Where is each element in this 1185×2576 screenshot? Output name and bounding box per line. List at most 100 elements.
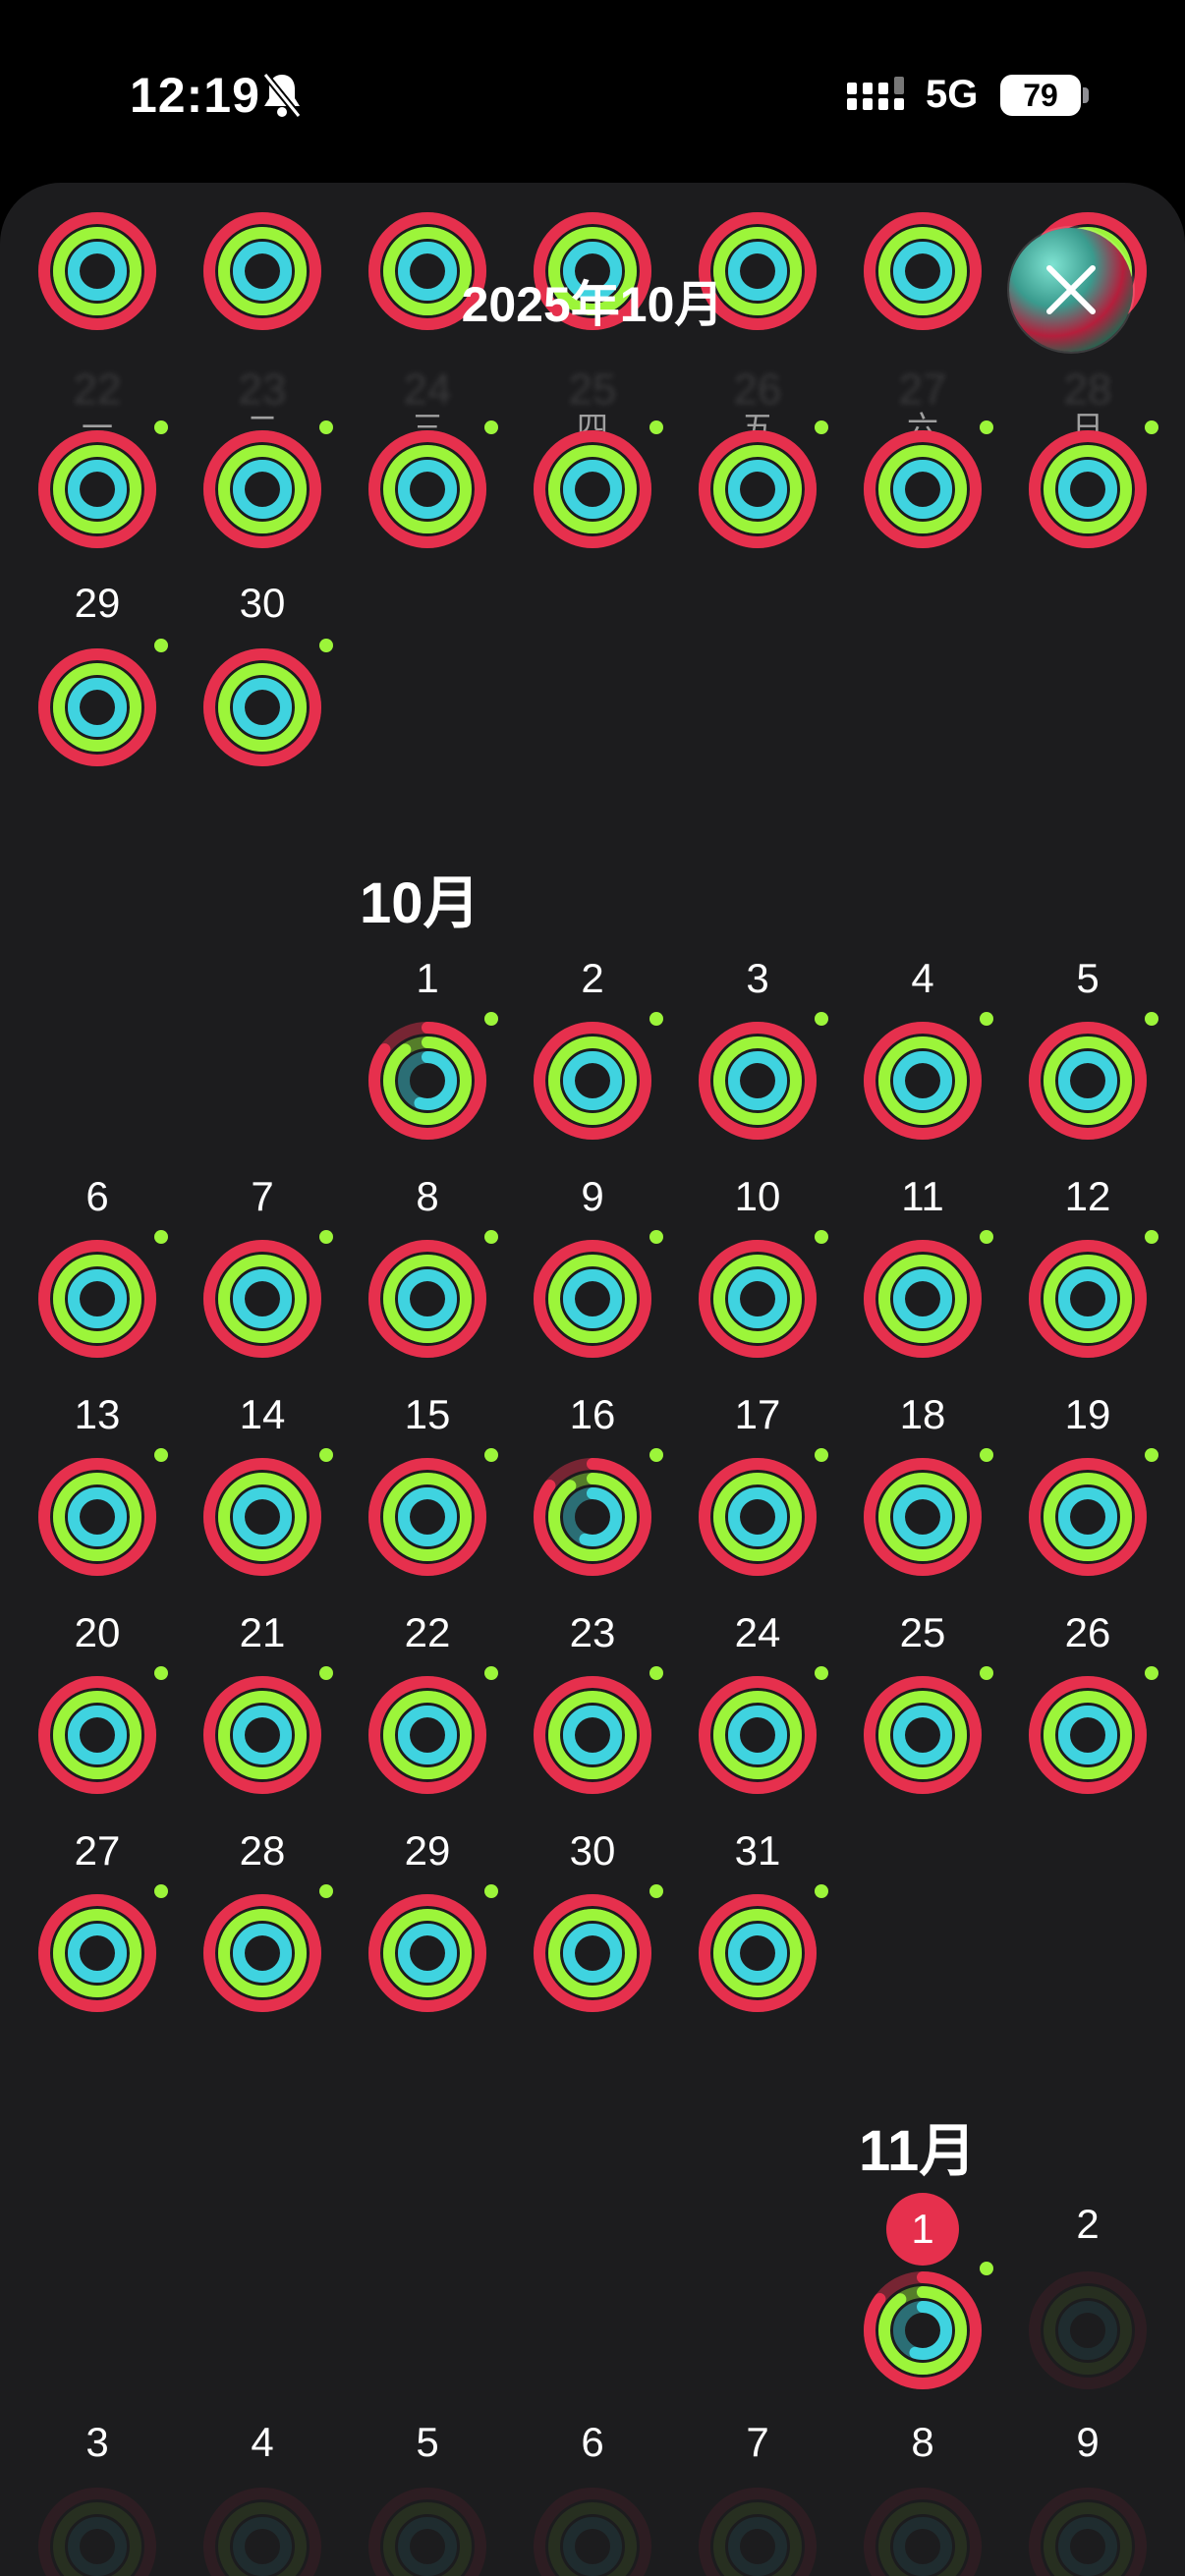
activity-ring[interactable]: [36, 646, 158, 768]
activity-ring[interactable]: [532, 428, 653, 550]
activity-ring[interactable]: [697, 1674, 818, 1796]
battery-tip: [1083, 87, 1089, 103]
activity-ring-future[interactable]: [1027, 2486, 1149, 2576]
day-number: 29: [74, 580, 121, 626]
activity-ring[interactable]: [201, 428, 323, 550]
goal-met-dot: [815, 1448, 828, 1462]
day-number: 18: [899, 1391, 946, 1437]
activity-ring[interactable]: [697, 428, 818, 550]
activity-ring[interactable]: [862, 428, 984, 550]
activity-ring[interactable]: [697, 1456, 818, 1578]
day-number: 2: [581, 955, 604, 1001]
day-number: 20: [74, 1609, 121, 1655]
calendar-sheet[interactable]: 22 23 24 25 26 27 28 一二三四五六日 29 30 10月 1 2 3 4 5 6 7 8 9 10 1…: [0, 183, 1185, 2576]
activity-ring-partial-row[interactable]: [201, 210, 323, 332]
activity-ring[interactable]: [532, 1020, 653, 1142]
activity-ring[interactable]: [36, 1892, 158, 2014]
day-number: 3: [746, 955, 769, 1001]
activity-ring[interactable]: [36, 1238, 158, 1360]
goal-met-dot: [154, 1884, 168, 1898]
activity-ring[interactable]: [367, 1892, 488, 2014]
activity-ring[interactable]: [532, 1674, 653, 1796]
activity-ring-future[interactable]: [1027, 2269, 1149, 2391]
day-number: 31: [734, 1827, 781, 1874]
activity-ring-partial-row[interactable]: [862, 210, 984, 332]
day-number: 22: [404, 1609, 451, 1655]
activity-ring[interactable]: [1027, 1238, 1149, 1360]
day-number: 27: [74, 1827, 121, 1874]
activity-ring-today[interactable]: [862, 2269, 984, 2391]
activity-ring[interactable]: [1027, 1674, 1149, 1796]
activity-ring-future[interactable]: [36, 2486, 158, 2576]
activity-ring[interactable]: [36, 428, 158, 550]
goal-met-dot: [319, 639, 333, 652]
goal-met-dot: [1145, 1666, 1158, 1680]
goal-met-dot: [815, 1884, 828, 1898]
goal-met-dot: [815, 1666, 828, 1680]
goal-met-dot: [980, 1666, 993, 1680]
activity-ring-future[interactable]: [201, 2486, 323, 2576]
activity-ring[interactable]: [1027, 1020, 1149, 1142]
activity-ring[interactable]: [367, 1456, 488, 1578]
activity-ring-future[interactable]: [697, 2486, 818, 2576]
activity-ring[interactable]: [1027, 1456, 1149, 1578]
network-type: 5G: [926, 73, 979, 116]
goal-met-dot: [319, 1230, 333, 1244]
activity-ring[interactable]: [532, 1238, 653, 1360]
day-number: 19: [1064, 1391, 1111, 1437]
activity-ring-partial-row[interactable]: [36, 210, 158, 332]
activity-ring[interactable]: [1027, 428, 1149, 550]
goal-met-dot: [1145, 1448, 1158, 1462]
activity-ring-future[interactable]: [367, 2486, 488, 2576]
day-number: 7: [251, 1173, 274, 1219]
activity-ring[interactable]: [201, 1456, 323, 1578]
activity-ring[interactable]: [862, 1238, 984, 1360]
goal-met-dot: [815, 1012, 828, 1026]
activity-ring-future[interactable]: [862, 2486, 984, 2576]
goal-met-dot: [484, 1666, 498, 1680]
activity-ring[interactable]: [367, 1238, 488, 1360]
activity-ring[interactable]: [532, 1456, 653, 1578]
goal-met-dot: [154, 1666, 168, 1680]
activity-ring[interactable]: [367, 428, 488, 550]
activity-ring-future[interactable]: [532, 2486, 653, 2576]
activity-ring[interactable]: [532, 1892, 653, 2014]
activity-ring[interactable]: [697, 1892, 818, 2014]
day-number: 5: [1076, 955, 1100, 1001]
day-number: 28: [239, 1827, 286, 1874]
activity-ring[interactable]: [36, 1674, 158, 1796]
activity-ring[interactable]: [367, 1674, 488, 1796]
goal-met-dot: [649, 1666, 663, 1680]
goal-met-dot: [319, 1666, 333, 1680]
goal-met-dot: [649, 420, 663, 434]
month-title-october: 10月: [360, 871, 480, 935]
signal-bars-icon: [847, 77, 908, 116]
day-number: 3: [85, 2419, 109, 2465]
activity-ring[interactable]: [201, 646, 323, 768]
today-badge: 1: [886, 2193, 959, 2266]
close-button[interactable]: [1009, 228, 1133, 352]
day-number: 23: [569, 1609, 616, 1655]
activity-ring[interactable]: [201, 1238, 323, 1360]
day-number: 4: [251, 2419, 274, 2465]
goal-met-dot: [319, 1884, 333, 1898]
activity-ring[interactable]: [36, 1456, 158, 1578]
goal-met-dot: [649, 1012, 663, 1026]
goal-met-dot: [154, 1448, 168, 1462]
activity-ring[interactable]: [697, 1238, 818, 1360]
page-title: 2025年10月: [461, 277, 724, 332]
activity-ring[interactable]: [862, 1020, 984, 1142]
activity-ring[interactable]: [862, 1456, 984, 1578]
activity-ring[interactable]: [862, 1674, 984, 1796]
activity-ring[interactable]: [201, 1674, 323, 1796]
goal-met-dot: [1145, 1230, 1158, 1244]
close-icon: [1046, 265, 1096, 314]
activity-ring[interactable]: [697, 1020, 818, 1142]
day-number: 12: [1064, 1173, 1111, 1219]
status-bar: 12:19 5G 79: [0, 0, 1185, 187]
activity-ring[interactable]: [201, 1892, 323, 2014]
activity-ring[interactable]: [367, 1020, 488, 1142]
day-number: 16: [569, 1391, 616, 1437]
day-number: 30: [239, 580, 286, 626]
day-number: 6: [85, 1173, 109, 1219]
